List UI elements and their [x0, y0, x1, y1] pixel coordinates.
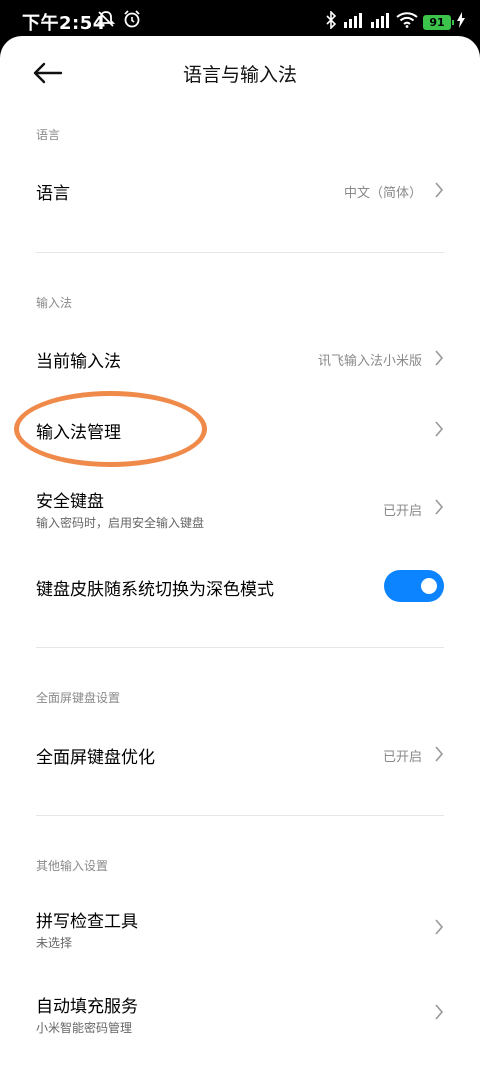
dark-skin-row: 键盘皮肤随系统切换为深色模式: [0, 558, 480, 614]
charging-icon: [456, 12, 466, 32]
divider: [36, 647, 444, 648]
row-value: 已开启: [382, 750, 422, 765]
chevron-right-icon: [435, 421, 444, 437]
row-title: 语言: [36, 184, 70, 204]
row-title: 自动填充服务: [36, 997, 138, 1017]
bluetooth-icon: [325, 10, 337, 33]
chevron-right-icon: [435, 746, 444, 762]
fullscreen-optimize-row[interactable]: 全面屏键盘优化 已开启: [0, 726, 480, 782]
chevron-right-icon: [435, 182, 444, 198]
mute-icon: [96, 9, 116, 33]
chevron-right-icon: [435, 350, 444, 366]
row-value: 中文（简体）: [343, 186, 422, 201]
divider: [36, 252, 444, 253]
input-method-manage-row[interactable]: 输入法管理: [0, 401, 480, 457]
secure-keyboard-row[interactable]: 安全键盘 输入密码时，启用安全输入键盘 已开启: [0, 476, 480, 538]
chevron-right-icon: [435, 499, 444, 515]
settings-screen: 语言与输入法 语言 语言 中文（简体） 输入法 当前输入法 讯飞输入法小米版 输…: [0, 36, 480, 1067]
language-row[interactable]: 语言 中文（简体）: [0, 162, 480, 218]
row-title: 当前输入法: [36, 352, 121, 372]
section-label-language: 语言: [36, 128, 61, 142]
row-value: 讯飞输入法小米版: [317, 354, 422, 369]
current-input-method-row[interactable]: 当前输入法 讯飞输入法小米版: [0, 330, 480, 386]
row-subtitle: 小米智能密码管理: [36, 1021, 133, 1035]
row-title: 拼写检查工具: [36, 912, 138, 932]
divider: [36, 815, 444, 816]
row-title: 键盘皮肤随系统切换为深色模式: [36, 580, 274, 600]
status-time: 下午2:54: [22, 13, 106, 34]
dark-skin-toggle[interactable]: [384, 570, 444, 602]
autofill-row[interactable]: 自动填充服务 小米智能密码管理: [0, 981, 480, 1043]
row-subtitle: 未选择: [36, 936, 73, 950]
row-title: 输入法管理: [36, 423, 121, 443]
wifi-icon: [396, 12, 418, 32]
signal-icon: [369, 12, 391, 32]
toggle-knob: [421, 578, 437, 594]
spell-check-row[interactable]: 拼写检查工具 未选择: [0, 896, 480, 958]
page-title: 语言与输入法: [182, 64, 297, 86]
row-title: 全面屏键盘优化: [36, 748, 155, 768]
status-left-icons: [96, 9, 142, 33]
row-subtitle: 输入密码时，启用安全输入键盘: [36, 516, 205, 530]
section-label-fullscreen: 全面屏键盘设置: [36, 691, 121, 705]
alarm-icon: [122, 9, 142, 33]
row-title: 安全键盘: [36, 492, 104, 512]
battery-icon: 91: [423, 14, 454, 30]
status-right-icons: 91: [325, 10, 466, 33]
chevron-right-icon: [435, 1004, 444, 1020]
section-label-other: 其他输入设置: [36, 859, 109, 873]
signal-icon: [342, 12, 364, 32]
row-value: 已开启: [382, 504, 422, 519]
chevron-right-icon: [435, 919, 444, 935]
section-label-input-method: 输入法: [36, 296, 73, 310]
